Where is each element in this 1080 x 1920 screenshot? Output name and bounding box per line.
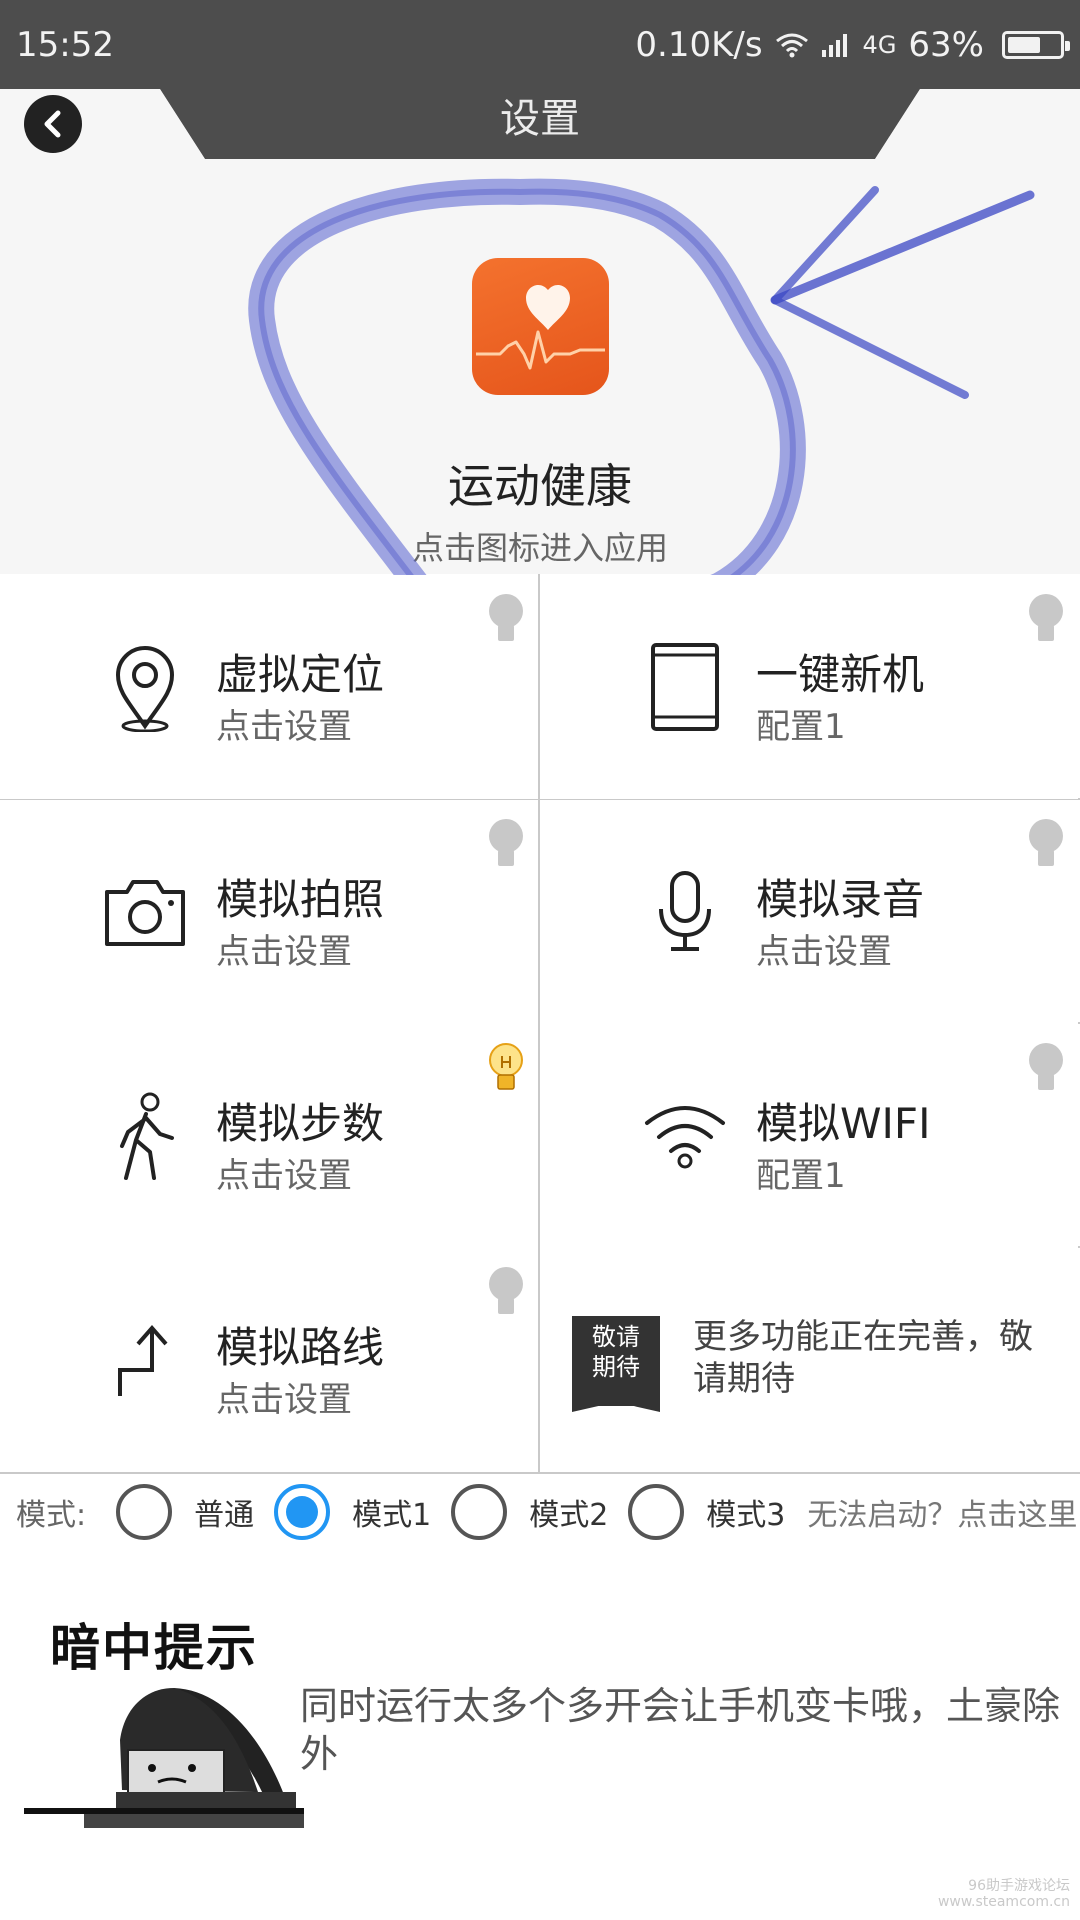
grid-divider: [0, 1472, 1080, 1474]
feature-name: 模拟WIFI: [756, 1099, 931, 1148]
mode-option-normal[interactable]: 普通: [116, 1484, 254, 1540]
network-type: 4G: [862, 30, 897, 59]
mode-option-3[interactable]: 模式3: [628, 1484, 785, 1540]
watermark: 96助手游戏论坛 www.steamcom.cn: [937, 1878, 1070, 1910]
mode-selector: 模式: 普通 模式1 模式2 模式3 无法启动？点击这里: [0, 1476, 1080, 1548]
app-hint: 点击图标进入应用: [411, 529, 668, 567]
radio-circle: [628, 1484, 685, 1540]
feature-simulate-wifi[interactable]: 模拟WIFI 配置1: [540, 1024, 1078, 1248]
battery-icon: [1002, 30, 1070, 59]
wifi-signal-icon: [775, 33, 808, 57]
battery-fill: [1008, 36, 1040, 53]
microphone-icon: [635, 862, 735, 962]
radio-circle: [451, 1484, 508, 1540]
status-time: 15:52: [16, 24, 114, 65]
badge-line: 期待: [592, 1353, 640, 1381]
heart-pulse-icon: [476, 284, 605, 370]
feature-status: 点击设置: [756, 932, 892, 972]
phone-device-icon: [635, 637, 735, 737]
back-button[interactable]: [24, 95, 82, 153]
feature-status: 配置1: [756, 707, 846, 747]
coming-soon-text: 更多功能正在完善，敬请期待: [693, 1317, 1033, 1399]
tip-title: 暗中提示: [50, 1619, 258, 1677]
meme-illustration: [24, 1688, 304, 1828]
lightbulb-hint-icon: [1029, 1043, 1063, 1090]
net-speed: 0.10K/s: [635, 24, 763, 65]
feature-status: 点击设置: [216, 932, 352, 972]
feature-name: 虚拟定位: [216, 650, 385, 699]
feature-name: 模拟拍照: [216, 875, 385, 924]
coming-soon-card: 敬请 期待 更多功能正在完善，敬请期待: [540, 1248, 1078, 1472]
feature-virtual-location[interactable]: 虚拟定位 点击设置: [0, 575, 538, 799]
feature-status: 点击设置: [216, 1380, 352, 1420]
feature-simulate-recording[interactable]: 模拟录音 点击设置: [540, 800, 1078, 1024]
lightbulb-hint-icon: [489, 819, 523, 866]
status-bar: 15:52 0.10K/s 4G 63%: [0, 0, 1080, 89]
status-right: 0.10K/s 4G 63%: [635, 24, 1070, 65]
mode-label: 模式:: [16, 1498, 87, 1533]
mode-option-1[interactable]: 模式1: [274, 1484, 431, 1540]
feature-status: 点击设置: [216, 707, 352, 747]
help-link[interactable]: 无法启动？点击这里: [807, 1490, 1077, 1534]
camera-icon: [95, 862, 195, 962]
radio-label: 模式2: [529, 1498, 609, 1533]
feature-simulate-route[interactable]: 模拟路线 点击设置: [0, 1248, 538, 1472]
mode-option-2[interactable]: 模式2: [451, 1484, 608, 1540]
feature-name: 模拟录音: [756, 875, 925, 924]
lightbulb-hint-icon: [1029, 594, 1063, 641]
feature-name: 模拟步数: [216, 1099, 385, 1148]
feature-simulate-photo[interactable]: 模拟拍照 点击设置: [0, 800, 538, 1024]
app-icon-button[interactable]: [472, 258, 609, 395]
screen: 15:52 0.10K/s 4G 63% 设置 运动健康 点击图标进入应用 虚拟…: [0, 0, 1080, 1920]
chevron-left-icon: [44, 110, 61, 138]
lightbulb-hint-icon: [1029, 819, 1063, 866]
location-pin-icon: [95, 637, 195, 737]
tip-text: 同时运行太多个多开会让手机变卡哦，土豪除外: [300, 1684, 1061, 1776]
wifi-icon: [635, 1086, 735, 1186]
walking-person-icon: [95, 1086, 195, 1186]
page-title: 设置: [500, 96, 580, 142]
route-arrow-icon: [95, 1310, 195, 1410]
badge-line: 敬请: [592, 1323, 640, 1351]
feature-name: 一键新机: [756, 650, 925, 699]
radio-label: 模式3: [706, 1498, 786, 1533]
badge-ribbon-tail: [572, 1398, 660, 1412]
radio-label: 模式1: [352, 1498, 432, 1533]
feature-one-click-new-device[interactable]: 一键新机 配置1: [540, 575, 1078, 799]
radio-circle-checked: [274, 1484, 331, 1540]
radio-circle: [116, 1484, 173, 1540]
lightbulb-hint-icon: [489, 1267, 523, 1314]
feature-status: 点击设置: [216, 1156, 352, 1196]
battery-text: 63%: [908, 24, 984, 65]
feature-name: 模拟路线: [216, 1323, 385, 1372]
feature-status: 配置1: [756, 1156, 846, 1196]
lightbulb-hint-icon: [489, 594, 523, 641]
radio-label: 普通: [194, 1498, 255, 1533]
app-name: 运动健康: [448, 459, 632, 513]
lightbulb-lit-icon: [489, 1043, 523, 1090]
cell-signal-icon: [821, 33, 847, 57]
coming-soon-badge: 敬请 期待: [572, 1316, 660, 1406]
feature-simulate-steps[interactable]: 模拟步数 点击设置: [0, 1024, 538, 1248]
